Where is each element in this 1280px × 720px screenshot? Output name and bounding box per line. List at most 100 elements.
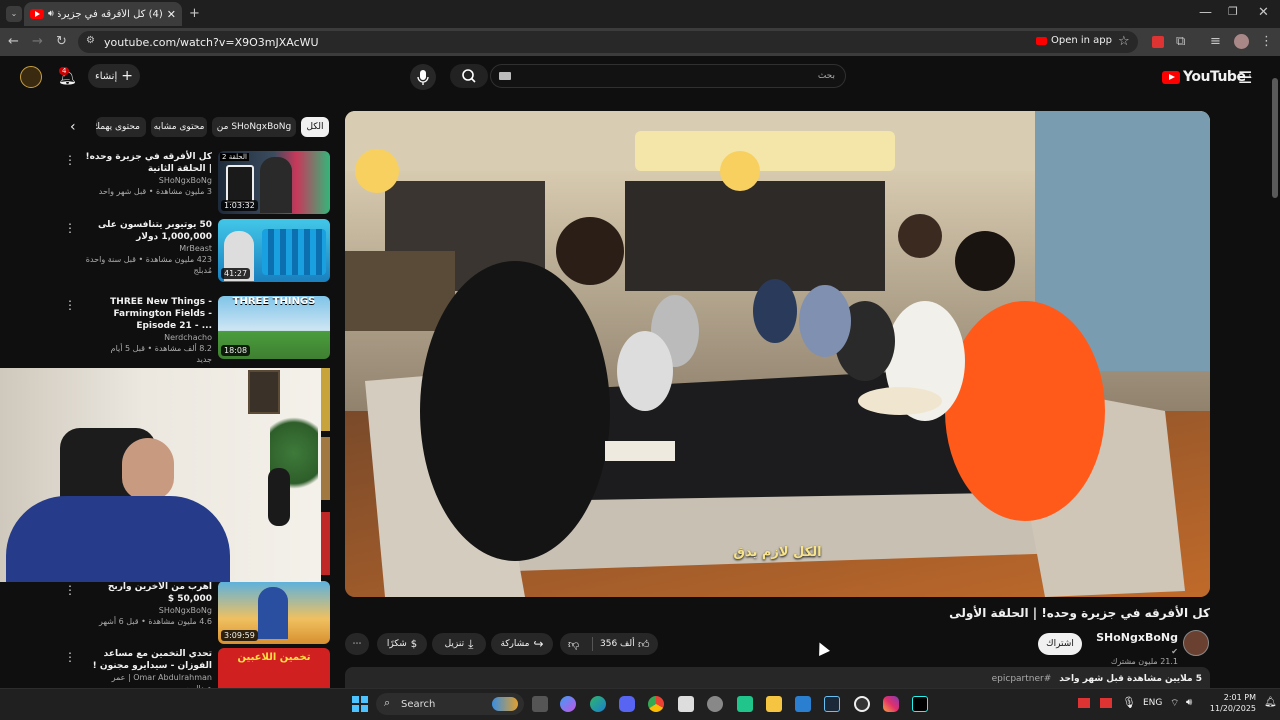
page-scrollbar[interactable]: [1271, 58, 1279, 688]
list-item[interactable]: تخمين اللاعبين تحدي التخمين مع مساعد الف…: [56, 648, 330, 688]
like-dislike-group: 👎︎ 356 ألف 👍︎: [560, 633, 658, 655]
browser-menu-icon[interactable]: ⋮: [1260, 35, 1273, 48]
chips-scroll-left-icon[interactable]: ‹: [70, 119, 76, 135]
channel-name[interactable]: SHoNgxBoNg: [1096, 631, 1178, 644]
edge-icon[interactable]: [590, 696, 606, 712]
more-actions-icon[interactable]: ⋯: [345, 633, 369, 655]
thanks-button[interactable]: شكرًا $: [377, 633, 427, 655]
app-blue-icon[interactable]: [795, 696, 811, 712]
channel-info[interactable]: SHoNgxBoNg ✔ 21.1 مليون مشترك: [1092, 631, 1178, 666]
tab-active[interactable]: 🔊︎ (4) كل الأفرقه في جزيرة وحده! | الحلق…: [24, 2, 182, 26]
like-icon[interactable]: 👍︎: [638, 638, 650, 651]
video-thumbnail[interactable]: الحلقة 2 1:03:32: [218, 151, 330, 214]
volume-icon[interactable]: 🔊︎: [1186, 697, 1192, 708]
more-options-icon[interactable]: ⋮: [64, 583, 76, 597]
chip-all[interactable]: الكل: [301, 117, 329, 137]
list-item[interactable]: الحلقة 2 1:03:32 كل الأفرقه في جزيرة وحد…: [56, 151, 330, 214]
video-subtitle: الكل لازم يدق: [733, 545, 822, 560]
chrome-icon[interactable]: [648, 696, 664, 712]
chip-recent[interactable]: محتوى يهمك: [96, 117, 146, 137]
more-options-icon[interactable]: ⋮: [64, 153, 76, 167]
list-item[interactable]: 3:09:59 أهرب من الأخرين واربح 50,000 $ S…: [56, 581, 330, 644]
person-head-image: [122, 438, 174, 500]
tab-search-chevron-icon[interactable]: ⌄: [6, 6, 22, 22]
thumbnail-person-image: [260, 157, 292, 213]
window-close-icon[interactable]: ✕: [1258, 6, 1269, 19]
more-options-icon[interactable]: ⋮: [64, 221, 76, 235]
clock[interactable]: 2:01 PM 11/20/2025: [1208, 692, 1256, 714]
voice-search-button[interactable]: [410, 64, 436, 90]
subscribe-button[interactable]: اشتراك: [1038, 633, 1082, 655]
extension-red-icon[interactable]: [1152, 36, 1164, 48]
address-bar[interactable]: ⚙ youtube.com/watch?v=X9O3mJXAcWU: [78, 31, 1138, 53]
search-input[interactable]: بحث: [490, 64, 846, 88]
list-item[interactable]: THREE THINGS 18:08 THREE New Things - Fa…: [56, 296, 330, 364]
tiktok-icon[interactable]: [912, 696, 928, 712]
notification-center-icon[interactable]: 🔔︎: [1264, 697, 1277, 708]
bookmark-star-icon[interactable]: ☆: [1118, 35, 1130, 48]
guide-menu-icon[interactable]: ☰: [1238, 68, 1252, 87]
file-explorer-icon[interactable]: [766, 696, 782, 712]
more-options-icon[interactable]: ⋮: [64, 650, 76, 664]
profile-avatar[interactable]: [1234, 34, 1249, 49]
tray-mic-icon[interactable]: 🎙︎: [1122, 696, 1136, 709]
more-options-icon[interactable]: ⋮: [64, 298, 76, 312]
plus-icon: +: [121, 68, 133, 84]
video-thumbnail-partial[interactable]: [321, 512, 330, 575]
create-button[interactable]: إنشاء +: [88, 64, 140, 88]
video-thumbnail[interactable]: تخمين اللاعبين: [218, 648, 330, 688]
forward-icon[interactable]: →: [32, 35, 43, 48]
minimize-icon[interactable]: —: [1199, 6, 1212, 19]
video-player[interactable]: الكل لازم يدق: [345, 111, 1210, 597]
like-count[interactable]: 356 ألف: [600, 639, 635, 649]
instagram-icon[interactable]: [883, 696, 899, 712]
search-button[interactable]: [450, 64, 488, 88]
new-tab-icon[interactable]: +: [189, 7, 200, 20]
reading-list-icon[interactable]: ≡: [1210, 35, 1221, 48]
reload-icon[interactable]: ↻: [56, 35, 67, 48]
language-indicator[interactable]: ENG: [1143, 698, 1162, 708]
obs-icon[interactable]: [854, 696, 870, 712]
tray-app-icon[interactable]: [1100, 698, 1112, 708]
download-button[interactable]: تنزيل ⤓: [432, 633, 486, 655]
discord-icon[interactable]: [619, 696, 635, 712]
share-button[interactable]: مشاركة ↪: [491, 633, 553, 655]
task-view-icon[interactable]: [532, 696, 548, 712]
video-title: كل الأفرقه في جزيرة وحده! | الحلقة الأول…: [949, 606, 1210, 620]
account-avatar[interactable]: [20, 66, 42, 88]
store-icon[interactable]: [678, 696, 694, 712]
create-label: إنشاء: [95, 70, 118, 82]
wifi-icon[interactable]: ⌔: [1170, 697, 1179, 710]
keyboard-icon[interactable]: [499, 72, 511, 80]
url-text: youtube.com/watch?v=X9O3mJXAcWU: [104, 35, 319, 49]
github-icon[interactable]: [707, 696, 723, 712]
steam-icon[interactable]: [824, 696, 840, 712]
restore-icon[interactable]: ❐: [1228, 6, 1238, 17]
description-hashtag[interactable]: #epicpartner: [992, 674, 1052, 684]
tray-app-icon[interactable]: [1078, 698, 1090, 708]
video-thumbnail-partial[interactable]: [321, 368, 330, 431]
close-tab-icon[interactable]: ✕: [167, 8, 176, 21]
scrollbar-thumb[interactable]: [1272, 78, 1278, 198]
chip-similar[interactable]: محتوى مشابه: [151, 117, 207, 137]
extensions-puzzle-icon[interactable]: ⧉: [1176, 35, 1185, 48]
video-thumbnail[interactable]: 41:27: [218, 219, 330, 282]
open-in-app-button[interactable]: Open in app: [1036, 35, 1112, 46]
subscriber-count: 21.1 مليون مشترك: [1110, 657, 1178, 666]
app-green-icon[interactable]: [737, 696, 753, 712]
windows-start-icon[interactable]: [352, 696, 368, 712]
site-info-icon[interactable]: ⚙: [86, 36, 95, 46]
channel-avatar[interactable]: [1183, 630, 1209, 656]
copilot-icon[interactable]: [560, 696, 576, 712]
download-icon: ⤓: [468, 636, 474, 651]
verified-badge-icon: ✔: [1171, 647, 1178, 656]
list-item[interactable]: 41:27 50 يوتيوبر يتنافسون على 1,000,000 …: [56, 219, 330, 282]
chip-from-channel[interactable]: من SHoNgxBoNg: [212, 117, 296, 137]
taskbar-search-box[interactable]: ⌕ Search: [376, 693, 524, 715]
back-icon[interactable]: ←: [8, 35, 19, 48]
video-thumbnail[interactable]: 3:09:59: [218, 581, 330, 644]
video-thumbnail[interactable]: THREE THINGS 18:08: [218, 296, 330, 359]
dislike-icon[interactable]: 👎︎: [568, 638, 579, 651]
video-thumbnail-partial[interactable]: [321, 437, 330, 500]
tab-audio-icon: 🔊︎: [48, 9, 54, 19]
